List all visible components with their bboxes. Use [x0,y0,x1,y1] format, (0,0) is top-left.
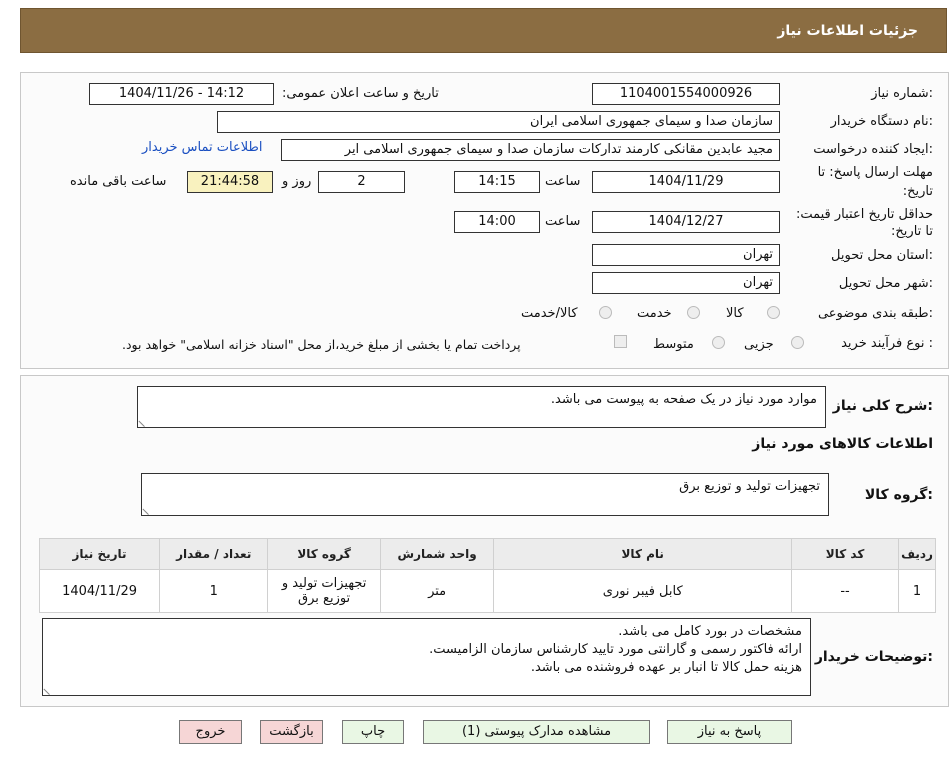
category-option-service: خدمت [637,306,672,321]
reply-button[interactable]: پاسخ به نیاز [667,720,792,744]
buyer-note-line-2: ارائه فاکتور رسمی و گارانتی مورد تایید ک… [429,642,802,657]
view-attachments-button[interactable]: مشاهده مدارک پیوستی (1) [423,720,650,744]
goods-group-text: تجهیزات تولید و توزیع برق [679,479,820,494]
city-field: تهران [592,272,780,294]
goods-group-textarea[interactable]: تجهیزات تولید و توزیع برق [141,473,829,516]
treasury-checkbox[interactable] [614,335,627,348]
deadline-time-label: ساعت [545,174,581,189]
cell-name: کابل فیبر نوری [493,569,793,613]
province-label: استان محل تحویل: [831,248,933,263]
validity-date-field: 1404/12/27 [592,211,780,233]
category-option-both: کالا/خدمت [521,306,578,321]
table-row: 1 -- کابل فیبر نوری متر تجهیزات تولید و … [38,569,936,613]
resize-grip-icon[interactable] [43,682,56,696]
cell-group: تجهیزات تولید و توزیع برق [267,569,381,613]
col-header-qty: تعداد / مقدار [159,538,269,570]
buyer-org-field: سازمان صدا و سیمای جمهوری اسلامی ایران [217,111,780,133]
back-button[interactable]: بازگشت [260,720,323,744]
summary-label: شرح کلی نیاز: [832,398,933,414]
buyer-notes-textarea[interactable]: مشخصات در بورد کامل می باشد. ارائه فاکتو… [42,618,811,696]
need-number-field: 1104001554000926 [592,83,780,105]
announce-label: تاریخ و ساعت اعلان عمومی: [282,86,439,101]
deadline-days-label: روز و [282,174,312,189]
announce-field: 1404/11/26 - 14:12 [89,83,274,105]
summary-textarea[interactable]: موارد مورد نیاز در یک صفحه به پیوست می ب… [137,386,826,428]
category-label: طبقه بندی موضوعی: [817,306,933,321]
treasury-note: پرداخت تمام یا بخشی از مبلغ خرید،از محل … [122,337,521,352]
buyer-contact-link[interactable]: اطلاعات تماس خریدار [142,140,262,155]
need-number-label: شماره نیاز: [871,86,933,101]
resize-grip-icon[interactable] [142,502,155,516]
category-radio-service[interactable] [687,306,700,319]
goods-table: ردیف کد کالا نام کالا واحد شمارش گروه کا… [38,538,936,613]
col-header-group: گروه کالا [267,538,381,570]
validity-time-field: 14:00 [454,211,540,233]
cell-unit: متر [379,569,495,613]
process-label: نوع فرآیند خرید : [841,336,933,351]
col-header-unit: واحد شمارش [379,538,495,570]
category-radio-goods[interactable] [767,306,780,319]
col-header-date: تاریخ نیاز [38,538,161,570]
col-header-name: نام کالا [493,538,793,570]
deadline-label: مهلت ارسال پاسخ: تا تاریخ: [817,165,933,199]
buyer-org-label: نام دستگاه خریدار: [830,114,933,129]
buyer-note-line-1: مشخصات در بورد کامل می باشد. [618,624,802,639]
province-field: تهران [592,244,780,266]
process-option-medium: متوسط [653,337,694,352]
remaining-time-label: ساعت باقی مانده [70,174,167,189]
page-header: جزئیات اطلاعات نیاز [20,8,947,53]
cell-code: -- [791,569,900,613]
validity-label: حداقل تاریخ اعتبار قیمت: تا تاریخ: [795,207,933,239]
cell-index: 1 [898,569,936,613]
category-option-goods: کالا [726,306,744,321]
deadline-days-field: 2 [318,171,405,193]
print-button[interactable]: چاپ [342,720,404,744]
cell-date: 1404/11/29 [38,569,161,613]
summary-text: موارد مورد نیاز در یک صفحه به پیوست می ب… [550,392,817,407]
col-header-code: کد کالا [791,538,900,570]
exit-button[interactable]: خروج [179,720,242,744]
resize-grip-icon[interactable] [138,414,151,428]
category-radio-both[interactable] [599,306,612,319]
process-radio-minor[interactable] [791,336,804,349]
remaining-time-field: 21:44:58 [187,171,273,193]
buyer-note-line-3: هزینه حمل کالا تا انبار بر عهده فروشنده … [530,660,802,675]
deadline-date-field: 1404/11/29 [592,171,780,193]
goods-group-label: گروه کالا: [864,487,933,503]
requester-field: مجید عابدین مقانکی کارمند تدارکات سازمان… [281,139,780,161]
buyer-notes-label: توضیحات خریدار: [814,649,933,665]
table-header-row: ردیف کد کالا نام کالا واحد شمارش گروه کا… [38,538,936,570]
process-radio-medium[interactable] [712,336,725,349]
process-option-minor: جزیی [744,337,774,352]
city-label: شهر محل تحویل: [838,276,933,291]
page-title: جزئیات اطلاعات نیاز [777,23,918,39]
goods-info-title: اطلاعات کالاهای مورد نیاز [752,436,933,452]
deadline-time-field: 14:15 [454,171,540,193]
validity-time-label: ساعت [545,214,581,229]
col-header-index: ردیف [898,538,936,570]
requester-label: ایجاد کننده درخواست: [813,142,933,157]
cell-qty: 1 [159,569,269,613]
